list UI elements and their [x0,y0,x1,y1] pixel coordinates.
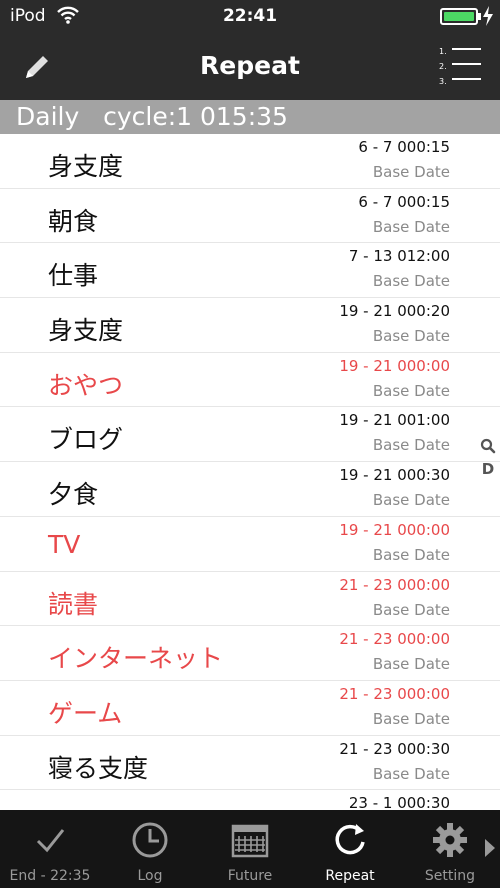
item-title: ブログ [48,425,124,455]
list-item[interactable]: ゲーム 21 - 23 000:00 Base Date [0,681,500,736]
item-title: 夕食 [48,480,99,510]
item-time-range: 21 - 23 000:00 [339,575,450,594]
search-icon[interactable] [480,438,496,454]
item-title: おやつ [48,370,124,400]
tab-setting-label: Setting [424,868,476,884]
section-header: Daily cycle:1 015:35 [0,100,500,134]
item-title: 仕事 [48,261,99,291]
tab-more-arrow-icon[interactable] [484,838,496,858]
item-base-date: Base Date [372,545,450,564]
tab-end[interactable]: End - 22:35 [0,810,100,888]
list-item[interactable]: インターネット 21 - 23 000:00 Base Date [0,626,500,681]
item-base-date: Base Date [372,381,450,400]
item-base-date: Base Date [372,655,450,674]
tab-repeat[interactable]: Repeat [300,810,400,888]
battery-level [444,12,474,21]
item-title: 寝る支度 [48,753,149,783]
list-item[interactable]: ブログ 19 - 21 001:00 Base Date [0,407,500,463]
item-time-range: 23 - 1 000:30 [348,794,450,810]
list-item[interactable]: 朝食 6 - 7 000:15 Base Date [0,189,500,244]
tab-bar: End - 22:35 Log Future Repeat Setting [0,810,500,888]
item-time-range: 19 - 21 001:00 [339,411,450,430]
item-time-range: 19 - 21 000:00 [339,520,450,539]
numbered-list-icon[interactable]: 1. 2. 3. [436,44,484,90]
list-item[interactable]: 寝る支度 21 - 23 000:30 Base Date [0,736,500,791]
item-time-range: 21 - 23 000:00 [339,684,450,703]
battery-nub [478,13,481,20]
item-title: 読書 [48,589,99,619]
tab-repeat-label: Repeat [325,868,375,884]
section-index[interactable]: D [477,436,499,484]
status-time: 22:41 [222,6,278,26]
calendar-icon [231,824,269,858]
item-title: インターネット [48,644,224,674]
item-time-range: 21 - 23 000:00 [339,630,450,649]
list-item[interactable]: 仕事 7 - 13 012:00 Base Date [0,243,500,299]
list-item[interactable]: おやつ 19 - 21 000:00 Base Date [0,353,500,408]
tab-end-label: End - 22:35 [9,868,91,884]
repeat-list[interactable]: 身支度 6 - 7 000:15 Base Date 朝食 6 - 7 000:15 Ba… [0,134,500,810]
list-item[interactable]: 身支度 19 - 21 000:20 Base Date [0,298,500,353]
checkmark-icon [36,829,65,853]
item-time-range: 21 - 23 000:30 [339,739,450,758]
item-title: 身支度 [48,152,124,181]
item-base-date: Base Date [372,764,450,783]
item-time-range: 7 - 13 012:00 [348,247,450,266]
tab-future-label: Future [227,868,273,884]
item-title: 朝食 [48,206,99,236]
status-bar: iPod 22:41 [0,0,500,34]
svg-text:2.: 2. [439,62,447,71]
index-letter[interactable]: D [477,460,499,478]
item-time-range: 6 - 7 000:15 [358,192,450,211]
list-item[interactable]: 23 - 1 000:30 [0,790,500,810]
repeat-icon [335,824,365,855]
item-time-range: 6 - 7 000:15 [358,138,450,156]
nav-bar: Repeat 1. 2. 3. [0,34,500,100]
item-time-range: 19 - 21 000:20 [339,302,450,321]
svg-text:1.: 1. [439,47,447,56]
item-base-date: Base Date [372,600,450,619]
list-item[interactable]: 夕食 19 - 21 000:30 Base Date [0,462,500,517]
list-item[interactable]: 身支度 6 - 7 000:15 Base Date [0,134,500,189]
tab-log-label: Log [137,868,163,884]
page-title: Repeat [200,51,300,80]
item-base-date: Base Date [372,217,450,236]
item-base-date: Base Date [372,163,450,181]
item-title: 身支度 [48,316,124,346]
gear-icon [433,823,467,857]
item-base-date: Base Date [372,272,450,291]
item-base-date: Base Date [372,491,450,510]
item-time-range: 19 - 21 000:00 [339,356,450,375]
item-time-range: 19 - 21 000:30 [339,466,450,485]
list-item[interactable]: TV 19 - 21 000:00 Base Date [0,517,500,572]
clock-icon [132,822,168,858]
charging-bolt-icon [483,6,493,26]
list-item[interactable]: 読書 21 - 23 000:00 Base Date [0,572,500,627]
svg-text:3.: 3. [439,77,447,86]
item-title: ゲーム [48,698,123,728]
item-base-date: Base Date [372,436,450,455]
battery-icon [440,8,478,25]
item-base-date: Base Date [372,709,450,728]
item-base-date: Base Date [372,327,450,346]
tab-future[interactable]: Future [200,810,300,888]
item-title: TV [48,529,81,559]
tab-log[interactable]: Log [100,810,200,888]
